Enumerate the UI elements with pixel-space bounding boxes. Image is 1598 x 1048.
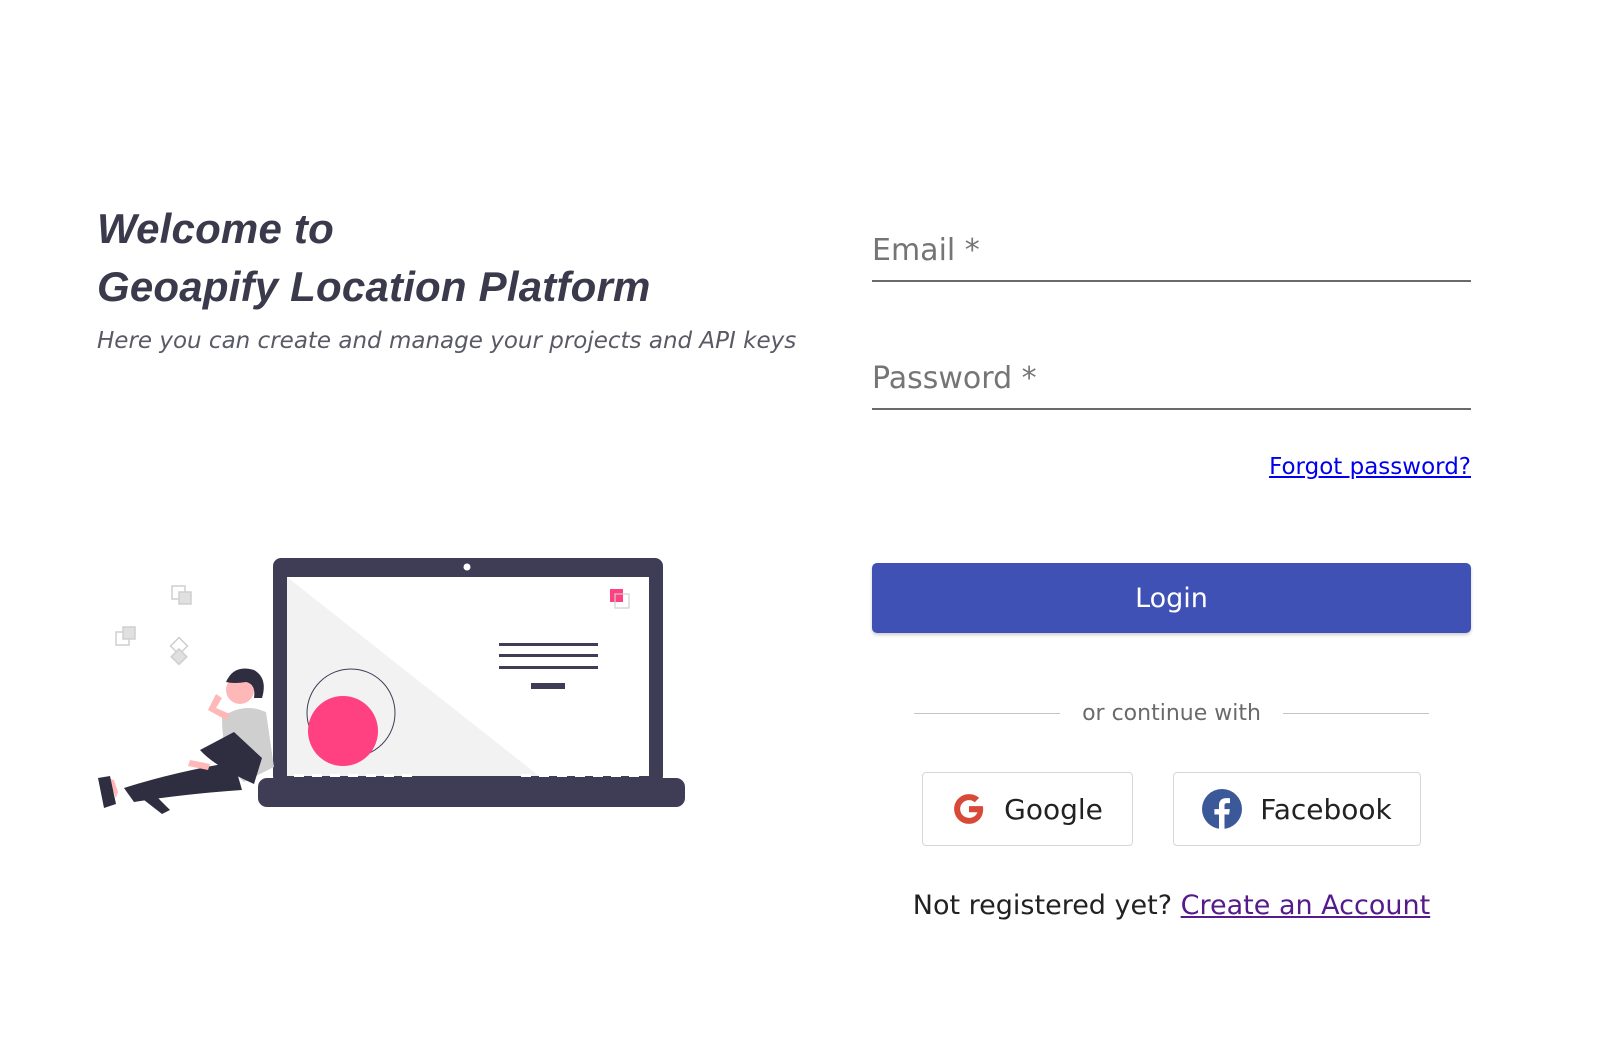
- welcome-title: Welcome to Geoapify Location Platform: [97, 200, 817, 316]
- social-buttons: Google Facebook: [872, 772, 1471, 846]
- welcome-section: Welcome to Geoapify Location Platform He…: [97, 200, 817, 354]
- forgot-password-row: Forgot password?: [872, 454, 1471, 480]
- forgot-password-link[interactable]: Forgot password?: [1269, 454, 1471, 480]
- google-g-icon: [954, 794, 984, 824]
- floating-squares: [115, 585, 192, 666]
- facebook-button-label: Facebook: [1260, 792, 1392, 826]
- divider-line-left: [914, 713, 1061, 714]
- person-figure: [98, 668, 274, 814]
- create-account-link[interactable]: Create an Account: [1181, 890, 1431, 921]
- register-row: Not registered yet? Create an Account: [872, 890, 1471, 921]
- divider-text: or continue with: [1082, 701, 1261, 726]
- laptop-illustration: [94, 552, 688, 814]
- laptop-illustration-graphic: [98, 558, 685, 814]
- password-input[interactable]: [872, 348, 1471, 408]
- social-divider: or continue with: [872, 701, 1471, 726]
- login-button[interactable]: Login: [872, 563, 1471, 633]
- login-form: Forgot password? Login or continue with …: [872, 220, 1471, 921]
- login-page: Welcome to Geoapify Location Platform He…: [0, 0, 1598, 1048]
- screen-pink-square: [610, 589, 623, 602]
- google-login-button[interactable]: Google: [922, 772, 1133, 846]
- password-field-wrapper: [872, 348, 1471, 410]
- welcome-title-line-2: Geoapify Location Platform: [97, 263, 651, 310]
- screen-pink-circle: [308, 696, 378, 766]
- laptop-camera: [463, 563, 471, 571]
- email-field-wrapper: [872, 220, 1471, 282]
- welcome-title-line-1: Welcome to: [97, 205, 334, 252]
- divider-line-right: [1282, 713, 1429, 714]
- facebook-login-button[interactable]: Facebook: [1173, 772, 1421, 846]
- google-button-label: Google: [1004, 792, 1103, 826]
- laptop-base: [258, 778, 685, 807]
- email-input[interactable]: [872, 220, 1471, 280]
- welcome-subtitle: Here you can create and manage your proj…: [97, 328, 797, 354]
- register-prompt: Not registered yet?: [912, 890, 1173, 921]
- facebook-f-icon: [1202, 789, 1243, 829]
